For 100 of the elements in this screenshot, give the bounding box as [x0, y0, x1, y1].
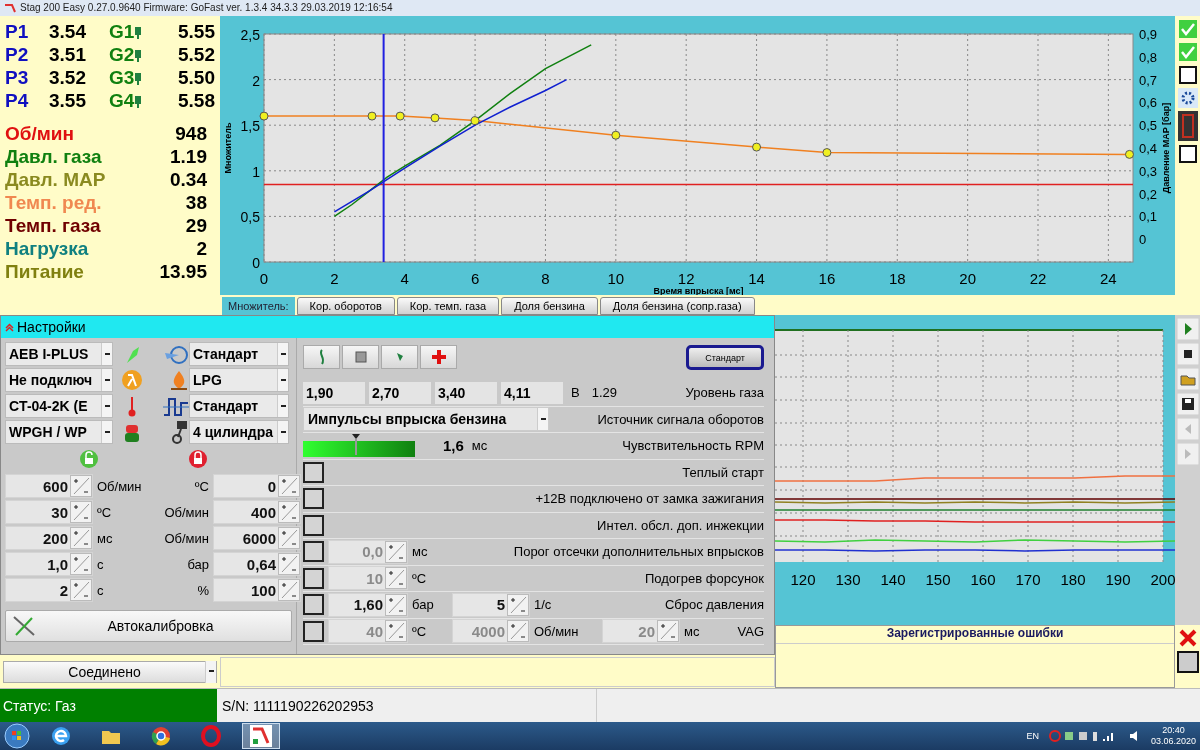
tab[interactable]: Кор. темп. газа — [396, 297, 500, 315]
clock[interactable]: 20:40 03.06.2020 — [1150, 725, 1196, 747]
axis-tick-label: 22 — [1029, 270, 1047, 287]
connection-dropdown[interactable]: Соединено — [3, 660, 217, 683]
fan-icon — [163, 343, 189, 365]
digit-display-icon[interactable] — [1177, 111, 1198, 141]
unit-label: бар — [411, 597, 435, 613]
dropdown[interactable]: Импульсы впрыска бензина — [303, 407, 549, 432]
dropdown[interactable]: WPGH / WP — [5, 420, 113, 444]
slider-track[interactable] — [303, 434, 415, 458]
close-icon[interactable] — [1177, 628, 1198, 648]
stop-icon[interactable] — [1176, 343, 1199, 365]
frame-icon[interactable] — [1177, 144, 1198, 164]
injector-label: P3 — [5, 66, 30, 89]
check-icon[interactable] — [1177, 19, 1198, 39]
tab[interactable]: Доля бензина — [501, 297, 598, 315]
caret-icon[interactable] — [277, 395, 288, 417]
start-button[interactable] — [4, 723, 30, 749]
axis-tick-label: 0 — [252, 255, 260, 271]
dropdown[interactable]: Не подключ — [5, 368, 113, 392]
axis-tick-label: 0,5 — [1139, 118, 1158, 134]
spin-button[interactable] — [70, 501, 92, 523]
folder-icon[interactable] — [1176, 368, 1199, 390]
save-icon[interactable] — [1176, 393, 1199, 415]
slider-thumb[interactable] — [351, 434, 360, 458]
language-indicator[interactable]: EN — [1026, 731, 1039, 741]
spin-button[interactable] — [70, 553, 92, 575]
number-field[interactable]: 100 — [213, 578, 301, 602]
tab[interactable]: Доля бензина (сопр.газа) — [599, 297, 755, 315]
number-field[interactable]: 0,64 — [213, 552, 301, 576]
spin-button[interactable] — [70, 475, 92, 497]
standard-button[interactable]: Стандарт — [686, 345, 764, 370]
checkbox[interactable] — [303, 594, 324, 616]
caret-icon[interactable] — [277, 343, 288, 365]
axis-tick-label: 0,2 — [1139, 186, 1158, 202]
unit-label: Об/мин — [533, 623, 580, 639]
tool-button[interactable] — [420, 345, 457, 369]
spin-button[interactable] — [70, 579, 92, 601]
checkbox[interactable] — [303, 541, 324, 563]
tool-button[interactable] — [342, 345, 379, 369]
unit-label: 1/с — [533, 597, 553, 613]
dropdown[interactable]: 4 цилиндра — [189, 420, 289, 444]
caret-icon[interactable] — [101, 421, 112, 443]
dropdown[interactable]: Стандарт — [189, 394, 289, 418]
square-icon[interactable] — [1176, 651, 1199, 673]
injector-label: P1 — [5, 20, 30, 43]
unit-label: мс — [411, 544, 429, 560]
axis-tick-label: 200 — [1150, 571, 1175, 588]
caret-icon[interactable] — [101, 395, 112, 417]
gear-icon[interactable] — [1177, 88, 1198, 108]
data-point — [752, 142, 762, 152]
caret-icon[interactable] — [277, 369, 288, 391]
dropdown[interactable]: LPG — [189, 368, 289, 392]
number-field[interactable]: 30 — [5, 500, 93, 524]
spin-button[interactable] — [507, 593, 529, 616]
square-icon — [354, 351, 367, 363]
dropdown[interactable]: Стандарт — [189, 342, 289, 366]
play-icon[interactable] — [1176, 318, 1199, 340]
number-field[interactable]: 0 — [213, 474, 301, 498]
spin-button[interactable] — [385, 593, 407, 616]
axis-tick-label: 0,7 — [1139, 72, 1158, 88]
checkbox[interactable] — [303, 620, 324, 642]
number-field[interactable]: 5 — [452, 592, 530, 617]
number-field[interactable]: 6000 — [213, 526, 301, 550]
ring-o-icon — [200, 725, 222, 747]
number-field[interactable]: 1,60 — [328, 592, 408, 617]
checkbox[interactable] — [303, 461, 324, 483]
number-field[interactable]: 600 — [5, 474, 93, 498]
frame-icon[interactable] — [1177, 65, 1198, 85]
unlocked-lock-icon — [79, 449, 100, 469]
axis-tick-label: 170 — [1015, 571, 1041, 588]
reading-value: 2 — [196, 237, 207, 260]
injector-value: 5.50 — [177, 66, 215, 89]
number-field[interactable]: 200 — [5, 526, 93, 550]
checkbox[interactable] — [303, 514, 324, 536]
number-field[interactable]: 1,0 — [5, 552, 93, 576]
axis-tick-label: 20 — [959, 270, 976, 287]
chevron-up-icon[interactable] — [5, 322, 14, 332]
caret-icon[interactable] — [277, 421, 288, 443]
caret-icon[interactable] — [101, 369, 112, 391]
check-icon[interactable] — [1177, 42, 1198, 62]
caret-icon[interactable] — [537, 408, 548, 431]
checkbox[interactable] — [303, 567, 324, 589]
autocalibration-button[interactable]: Автокалибровка — [5, 610, 292, 642]
axis-tick-label: 180 — [1060, 571, 1086, 588]
spin-button[interactable] — [70, 527, 92, 549]
panel-title: Настройки — [17, 319, 86, 335]
data-point — [470, 116, 480, 126]
number-field[interactable]: 2 — [5, 578, 93, 602]
dropdown[interactable]: CT-04-2K (E — [5, 394, 113, 418]
number-field[interactable]: 400 — [213, 500, 301, 524]
checkbox[interactable] — [303, 488, 324, 510]
dropdown[interactable]: AEB I-PLUS — [5, 342, 113, 366]
tool-button[interactable] — [303, 345, 340, 369]
tab[interactable]: Кор. оборотов — [296, 297, 395, 315]
data-point — [367, 111, 377, 121]
caret-icon[interactable] — [205, 660, 216, 683]
unit-label: ºC — [411, 570, 428, 586]
squiggle-icon — [317, 349, 326, 365]
caret-icon[interactable] — [101, 343, 112, 365]
